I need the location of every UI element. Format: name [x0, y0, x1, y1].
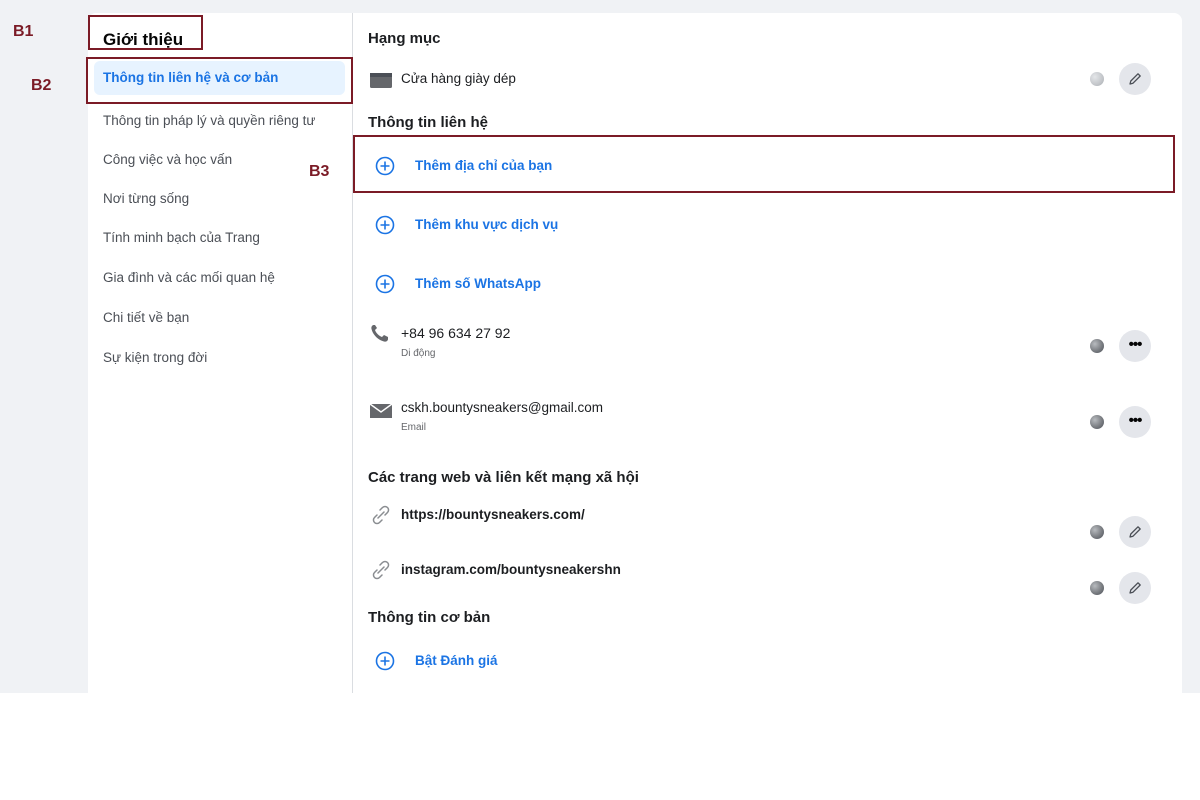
basic-info-heading: Thông tin cơ bản: [368, 609, 491, 626]
globe-icon: [1090, 415, 1104, 429]
instagram-row: instagram.com/bountysneakershn: [353, 557, 1182, 604]
edit-website-button[interactable]: [1119, 516, 1151, 548]
phone-more-button[interactable]: •••: [1119, 330, 1151, 362]
link-icon: [372, 505, 390, 525]
category-value: Cửa hàng giày dép: [401, 71, 516, 86]
more-dots-icon: •••: [1128, 412, 1143, 429]
phone-type-label: Di động: [401, 348, 436, 359]
annotation-box-b1: [88, 15, 203, 50]
email-type-label: Email: [401, 422, 427, 433]
sidebar-item-work-education[interactable]: Công việc và học vấn: [94, 143, 345, 177]
pencil-icon: [1129, 526, 1141, 538]
sidebar-item-details-about-you[interactable]: Chi tiết về bạn: [94, 301, 345, 335]
globe-icon: [1090, 525, 1104, 539]
phone-icon: [371, 325, 388, 342]
sidebar-item-places-lived[interactable]: Nơi từng sống: [94, 182, 345, 216]
about-sidebar: Giới thiệu Thông tin liên hệ và cơ bản T…: [88, 13, 353, 693]
contact-heading: Thông tin liên hệ: [368, 114, 488, 131]
link-icon: [372, 560, 390, 580]
about-card: Giới thiệu Thông tin liên hệ và cơ bản T…: [88, 13, 1182, 693]
email-address: cskh.bountysneakers@gmail.com: [401, 400, 604, 415]
email-row: cskh.bountysneakers@gmail.com Email •••: [353, 397, 1182, 441]
websites-heading: Các trang web và liên kết mạng xã hội: [368, 469, 639, 486]
add-whatsapp-link[interactable]: Thêm số WhatsApp: [415, 276, 541, 291]
screenshot-area: Giới thiệu Thông tin liên hệ và cơ bản T…: [0, 0, 1200, 693]
website-row: https://bountysneakers.com/: [353, 501, 1182, 548]
phone-row: +84 96 634 27 92 Di động •••: [353, 319, 1182, 363]
store-icon: [370, 73, 392, 88]
website-link[interactable]: https://bountysneakers.com/: [401, 507, 585, 522]
category-heading: Hạng mục: [368, 30, 441, 47]
about-main: Hạng mục Cửa hàng giày dép Thông tin liê…: [353, 13, 1182, 693]
add-whatsapp-row[interactable]: Thêm số WhatsApp: [353, 269, 1182, 299]
edit-instagram-button[interactable]: [1119, 572, 1151, 604]
more-dots-icon: •••: [1128, 336, 1143, 353]
sidebar-item-page-transparency[interactable]: Tính minh bạch của Trang: [94, 221, 345, 255]
globe-icon: [1090, 72, 1104, 86]
plus-circle-icon: [375, 215, 395, 235]
email-more-button[interactable]: •••: [1119, 406, 1151, 438]
sidebar-item-legal-privacy[interactable]: Thông tin pháp lý và quyền riêng tư: [94, 104, 345, 138]
pencil-icon: [1129, 582, 1141, 594]
globe-icon: [1090, 339, 1104, 353]
annotation-box-b3: [353, 135, 1175, 193]
phone-number: +84 96 634 27 92: [401, 325, 511, 341]
instagram-link[interactable]: instagram.com/bountysneakershn: [401, 562, 621, 577]
enable-reviews-row[interactable]: Bật Đánh giá: [353, 647, 1182, 677]
annotation-label-b3: B3: [309, 163, 330, 180]
edit-category-button[interactable]: [1119, 63, 1151, 95]
add-service-area-link[interactable]: Thêm khu vực dịch vụ: [415, 217, 558, 232]
pencil-icon: [1129, 73, 1141, 85]
plus-circle-icon: [375, 651, 395, 671]
enable-reviews-link[interactable]: Bật Đánh giá: [415, 653, 498, 668]
plus-circle-icon: [375, 274, 395, 294]
sidebar-item-life-events[interactable]: Sự kiện trong đời: [94, 341, 345, 375]
sidebar-item-family-relationships[interactable]: Gia đình và các mối quan hệ: [94, 261, 345, 295]
annotation-label-b2: B2: [31, 77, 52, 94]
envelope-icon: [369, 403, 393, 418]
add-service-area-row[interactable]: Thêm khu vực dịch vụ: [353, 210, 1182, 240]
annotation-label-b1: B1: [13, 23, 34, 40]
annotation-box-b2: [86, 57, 353, 104]
category-row: Cửa hàng giày dép: [353, 63, 1182, 95]
globe-icon: [1090, 581, 1104, 595]
